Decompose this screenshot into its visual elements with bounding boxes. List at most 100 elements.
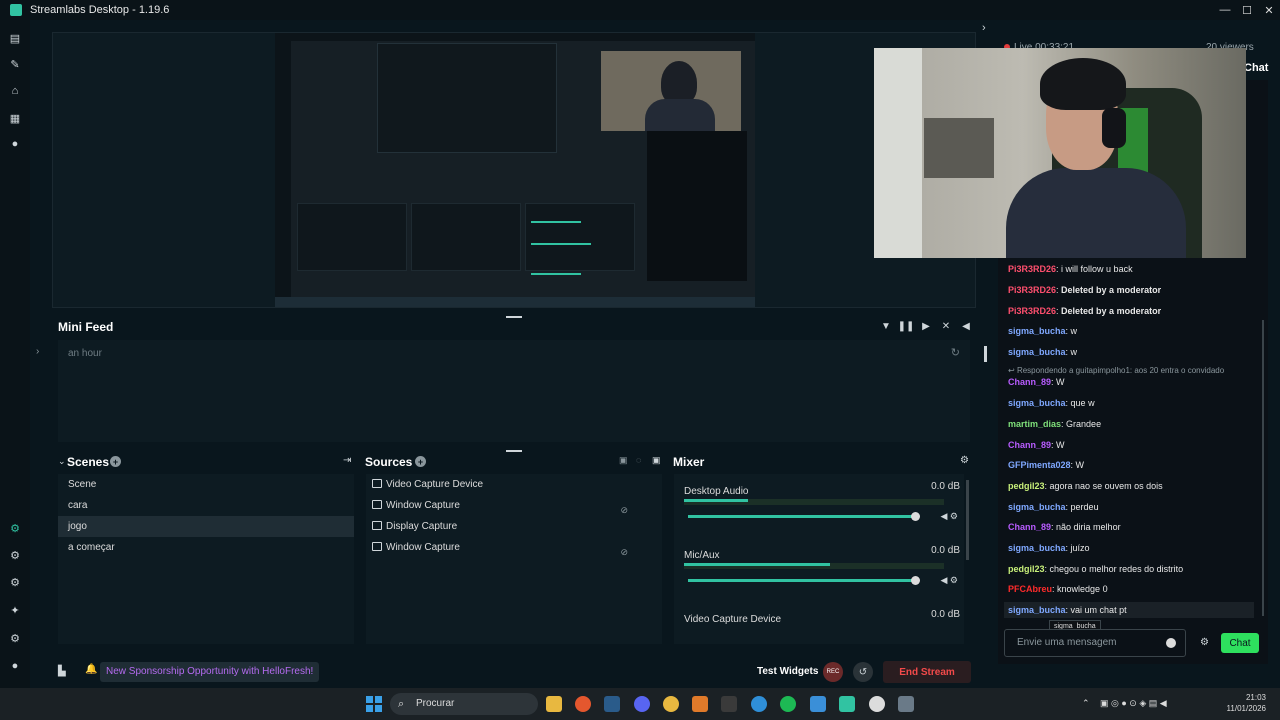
source-item[interactable]: Window Capture ⊘ bbox=[366, 495, 662, 516]
scene-item-active[interactable]: jogo bbox=[58, 516, 354, 537]
chat-username[interactable]: martim_dias bbox=[1008, 419, 1061, 429]
tray-icons[interactable]: ▣ ◎ ● ⊙ ◈ ▤ ◀ bbox=[1100, 698, 1167, 709]
file-explorer-icon[interactable] bbox=[546, 696, 562, 712]
chat-username[interactable]: sigma_bucha bbox=[1008, 326, 1066, 336]
properties-icon[interactable]: ▣ bbox=[652, 455, 661, 466]
source-item[interactable]: Display Capture bbox=[366, 516, 662, 537]
chat-username[interactable]: Pi3R3RD26 bbox=[1008, 264, 1056, 274]
chevron-right-icon[interactable]: › bbox=[982, 22, 986, 34]
chat-username[interactable]: PFCAbreu bbox=[1008, 584, 1052, 594]
apps-icon[interactable]: ⚙ bbox=[9, 576, 21, 589]
layout-icon[interactable]: ▦ bbox=[9, 112, 21, 125]
themes-icon[interactable]: ✎ bbox=[9, 58, 21, 71]
chat-settings-icon[interactable]: ⚙ bbox=[1200, 637, 1209, 648]
chat-username[interactable]: sigma_bucha bbox=[1008, 543, 1066, 553]
resize-handle[interactable] bbox=[506, 450, 522, 452]
record-button[interactable]: REC bbox=[823, 662, 843, 682]
hidden-eye-icon[interactable]: ⊘ bbox=[620, 542, 628, 563]
chat-username[interactable]: Chann_89 bbox=[1008, 377, 1051, 387]
app-icon[interactable] bbox=[692, 696, 708, 712]
mixer-settings-icon[interactable]: ⚙ bbox=[960, 455, 969, 466]
steam-icon[interactable] bbox=[604, 696, 620, 712]
lock-icon[interactable]: ◌ bbox=[636, 455, 641, 465]
record-icon[interactable]: ● bbox=[9, 138, 21, 150]
profile-icon[interactable]: ● bbox=[9, 660, 21, 672]
mute-and-settings-icons[interactable]: ◀ ⚙ bbox=[941, 511, 959, 522]
close-button[interactable]: ✕ bbox=[1258, 0, 1280, 20]
maximize-button[interactable]: ☐ bbox=[1236, 0, 1258, 20]
chat-text: não diria melhor bbox=[1056, 522, 1121, 532]
chat-message: Pi3R3RD26: Deleted by a moderator bbox=[1008, 285, 1161, 295]
chat-username[interactable]: GFPimenta028 bbox=[1008, 460, 1071, 470]
refresh-icon[interactable]: ↻ bbox=[951, 346, 960, 359]
add-source-icon[interactable]: + bbox=[415, 456, 426, 467]
taskbar-search[interactable]: Procurar bbox=[390, 693, 538, 715]
chat-input[interactable]: Envie uma mensagem bbox=[1004, 629, 1186, 657]
expand-icon[interactable]: › bbox=[36, 346, 39, 357]
source-item[interactable]: Window Capture ⊘ bbox=[366, 537, 662, 558]
dashboard-icon[interactable]: ⚙ bbox=[9, 522, 21, 535]
add-scene-icon[interactable]: + bbox=[110, 456, 121, 467]
notification-icon[interactable]: 🔔 bbox=[85, 664, 97, 675]
store-icon[interactable]: ⌂ bbox=[9, 85, 21, 97]
chat-username[interactable]: Chann_89 bbox=[1008, 522, 1051, 532]
app-icon[interactable] bbox=[869, 696, 885, 712]
highlighter-icon[interactable]: ✦ bbox=[9, 604, 21, 617]
discord-icon[interactable] bbox=[634, 696, 650, 712]
scene-item[interactable]: cara bbox=[58, 495, 354, 516]
app-icon[interactable] bbox=[751, 696, 767, 712]
chat-tab[interactable]: Chat bbox=[1244, 62, 1268, 74]
editor-icon[interactable]: ▤ bbox=[9, 32, 21, 45]
mute-and-settings-icons[interactable]: ◀ ⚙ bbox=[941, 575, 959, 586]
streamlabs-taskbar-icon[interactable] bbox=[839, 696, 855, 712]
source-item[interactable]: Video Capture Device bbox=[366, 474, 662, 495]
resize-grip[interactable] bbox=[984, 346, 987, 362]
end-stream-button[interactable]: End Stream bbox=[883, 661, 971, 683]
chat-username[interactable]: sigma_bucha bbox=[1008, 605, 1066, 615]
volume-slider[interactable] bbox=[688, 579, 916, 582]
tray-arrow-icon[interactable]: ⌃ bbox=[1082, 698, 1090, 709]
chat-username[interactable]: Pi3R3RD26 bbox=[1008, 285, 1056, 295]
scene-item[interactable]: Scene bbox=[58, 474, 354, 495]
app-icon[interactable] bbox=[575, 696, 591, 712]
chat-username[interactable]: pedgil23 bbox=[1008, 564, 1045, 574]
mute-alerts-icon[interactable]: ✕ bbox=[940, 320, 952, 332]
windows-start-icon[interactable] bbox=[366, 696, 382, 712]
volume-icon[interactable]: ◀ bbox=[960, 320, 972, 332]
mixer-scrollbar[interactable] bbox=[966, 480, 969, 560]
sponsorship-notification[interactable]: New Sponsorship Opportunity with HelloFr… bbox=[100, 662, 320, 682]
replay-buffer-icon[interactable]: ↺ bbox=[853, 662, 873, 682]
chat-username[interactable]: Chann_89 bbox=[1008, 440, 1051, 450]
emoji-icon[interactable] bbox=[1166, 638, 1176, 648]
slider-knob[interactable] bbox=[911, 512, 920, 521]
chat-username[interactable]: sigma_bucha bbox=[1008, 502, 1066, 512]
taskbar-clock[interactable]: 21:03 11/01/2026 bbox=[1224, 692, 1266, 714]
minimize-button[interactable]: — bbox=[1214, 0, 1236, 20]
folder-icon[interactable]: ▣ bbox=[619, 455, 628, 466]
chat-username[interactable]: sigma_bucha bbox=[1008, 347, 1066, 357]
stats-icon[interactable]: ▙ bbox=[58, 666, 66, 677]
volume-slider[interactable] bbox=[688, 515, 916, 518]
test-widgets-button[interactable]: Test Widgets bbox=[757, 666, 818, 677]
channel-db: 0.0 dB bbox=[931, 609, 960, 620]
pause-icon[interactable]: ❚❚ bbox=[898, 320, 915, 332]
chat-scrollbar[interactable] bbox=[1262, 320, 1264, 616]
transition-icon[interactable]: ⇥ bbox=[343, 455, 351, 466]
settings-icon[interactable]: ⚙ bbox=[9, 632, 21, 645]
chat-username[interactable]: pedgil23 bbox=[1008, 481, 1045, 491]
chevron-down-icon[interactable]: ⌄ bbox=[58, 456, 66, 467]
filter-icon[interactable]: ▼ bbox=[880, 320, 892, 332]
settings-app-icon[interactable] bbox=[898, 696, 914, 712]
app-icon[interactable] bbox=[721, 696, 737, 712]
chat-username[interactable]: Pi3R3RD26 bbox=[1008, 306, 1056, 316]
spotify-icon[interactable] bbox=[780, 696, 796, 712]
chrome-icon[interactable] bbox=[663, 696, 679, 712]
chat-username[interactable]: sigma_bucha bbox=[1008, 398, 1066, 408]
skip-icon[interactable]: ▶ bbox=[920, 320, 932, 332]
app-icon[interactable] bbox=[810, 696, 826, 712]
studio-icon[interactable]: ⚙ bbox=[9, 549, 21, 562]
stream-preview[interactable] bbox=[52, 32, 976, 308]
scene-item[interactable]: a começar bbox=[58, 537, 354, 558]
slider-knob[interactable] bbox=[911, 576, 920, 585]
chat-send-button[interactable]: Chat bbox=[1221, 633, 1259, 653]
